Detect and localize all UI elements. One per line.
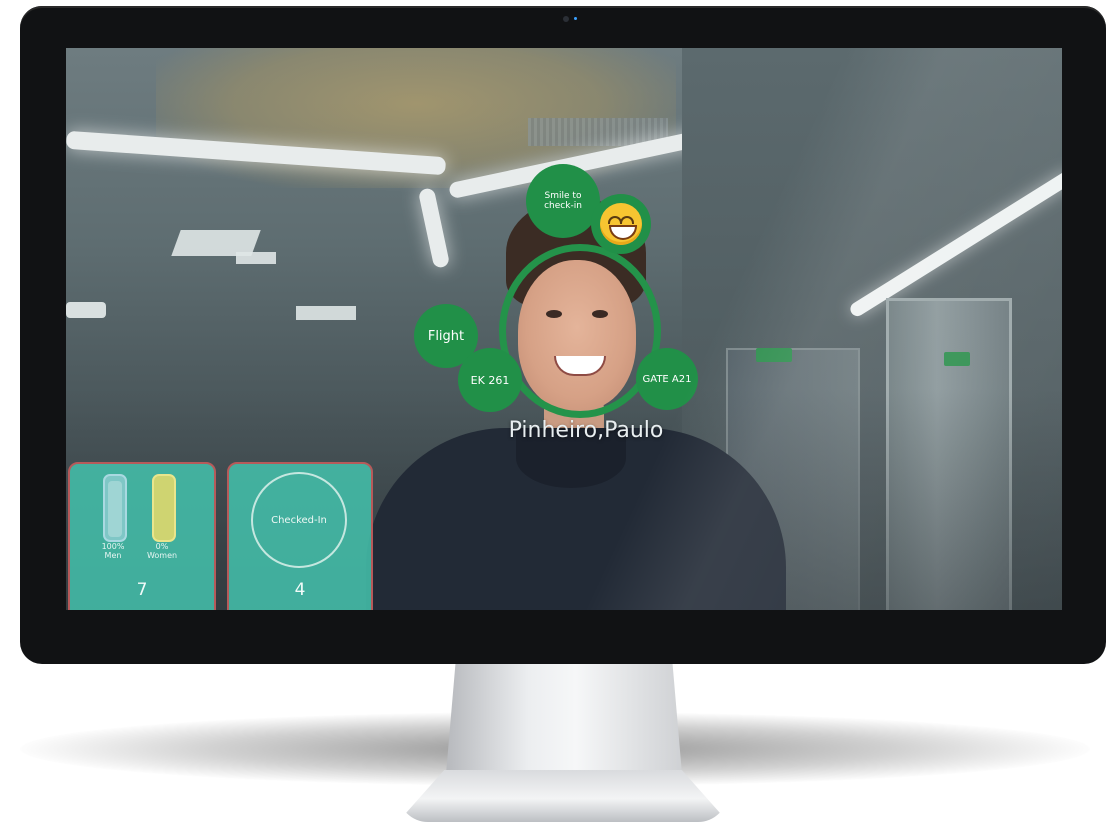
men-caption: Men [104,551,122,560]
smile-prompt-text: Smile to check-in [544,191,582,211]
gender-stats-card: 100% Men 0% Women 7 [68,462,216,610]
men-bar [103,474,127,542]
men-label: 100% Men [91,542,135,560]
camera-feed: Smile to check-in Flight EK 261 GATE A21… [66,48,1062,610]
exit-sign-icon [944,352,970,366]
checkin-count: 4 [294,580,306,600]
exit-sign-icon [756,348,792,362]
women-caption: Women [146,551,178,560]
men-percent: 100% [101,542,125,551]
monitor-scene: Smile to check-in Flight EK 261 GATE A21… [0,0,1111,827]
flight-label: Flight [427,328,465,344]
face-detection-ring [499,244,661,418]
flight-number-bubble: EK 261 [458,348,522,412]
webcam-icon [563,16,569,22]
gate-label: GATE A21 [642,373,692,385]
smile-emoji-bubble [591,194,651,254]
passenger-name: Pinheiro,Paulo [508,418,664,443]
gate-bubble: GATE A21 [636,348,698,410]
women-label: 0% Women [140,542,184,560]
camera-led-icon [574,17,577,20]
women-percent: 0% [155,542,169,551]
men-bar-fill [108,481,122,537]
smile-prompt-bubble: Smile to check-in [526,164,600,238]
gender-count: 7 [136,580,148,600]
checkin-label: Checked-In [271,514,327,526]
ceiling-light [296,306,356,320]
checkin-circle: Checked-In [251,472,347,568]
monitor-stand-base [398,770,728,822]
monitor-stand-neck [446,664,682,774]
grinning-face-icon [600,203,642,245]
checkin-stats-card: Checked-In 4 [227,462,373,610]
ceiling-light [417,187,451,269]
ceiling-light [66,302,106,318]
ceiling-light [236,252,276,264]
women-bar [152,474,176,542]
flight-number: EK 261 [470,373,510,387]
